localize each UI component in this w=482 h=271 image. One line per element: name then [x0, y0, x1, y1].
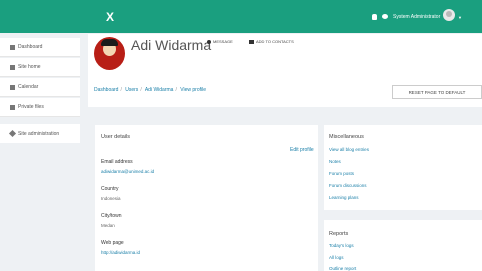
edit-profile-link[interactable]: Edit profile: [290, 147, 314, 153]
sidebar-item-calendar[interactable]: Calendar: [0, 78, 80, 97]
miscellaneous-title: Miscellaneous: [329, 134, 364, 140]
city-value: Medan: [101, 223, 115, 228]
email-value[interactable]: adiwidarma@unimed.ac.id: [101, 169, 154, 174]
sidebar-item-dashboard[interactable]: Dashboard: [0, 38, 80, 57]
add-to-contacts-label: ADD TO CONTACTS: [256, 39, 294, 44]
page-title: Adi Widarma: [131, 37, 212, 53]
breadcrumb-separator: /: [175, 87, 177, 93]
sidebar-item-label: Site administration: [18, 130, 60, 137]
sidebar-item-label: Calendar: [18, 84, 39, 90]
tachometer-icon: [10, 44, 15, 50]
file-icon: [10, 104, 15, 110]
all-logs-link[interactable]: All logs: [329, 255, 344, 260]
sidebar-item-private-files[interactable]: Private files: [0, 98, 80, 117]
email-label: Email address: [101, 159, 133, 165]
messages-chat-icon[interactable]: [382, 14, 388, 19]
message-button[interactable]: MESSAGE: [207, 39, 233, 44]
user-menu-name[interactable]: System Administrator: [393, 14, 440, 20]
sidebar-item-label: Site home: [18, 64, 41, 70]
user-avatar[interactable]: [443, 9, 455, 21]
outline-report-link[interactable]: Outline report: [329, 266, 356, 271]
city-label: City/town: [101, 213, 122, 219]
country-label: Country: [101, 186, 119, 192]
breadcrumb-user[interactable]: Adi Widarma: [145, 87, 174, 93]
user-details-title: User details: [101, 134, 131, 140]
sidebar-item-label: Private files: [18, 104, 44, 110]
forum-discussions-link[interactable]: Forum discussions: [329, 183, 367, 188]
user-menu-caret-icon[interactable]: ▼: [458, 15, 462, 20]
address-card-icon: [249, 39, 254, 44]
home-icon: [10, 64, 15, 70]
todays-logs-link[interactable]: Today's logs: [329, 243, 354, 248]
calendar-icon: [10, 84, 15, 90]
breadcrumb-users[interactable]: Users: [125, 87, 138, 93]
reports-title: Reports: [329, 231, 349, 237]
wrench-icon: [8, 129, 17, 138]
sidebar-item-site-administration[interactable]: Site administration: [0, 124, 80, 143]
add-to-contacts-button[interactable]: ADD TO CONTACTS: [249, 39, 294, 44]
comment-icon: [207, 39, 211, 44]
learning-plans-link[interactable]: Learning plans: [329, 195, 359, 200]
breadcrumb: Dashboard / Users / Adi Widarma / View prof…: [94, 87, 206, 93]
breadcrumb-view-profile[interactable]: View profile: [180, 87, 206, 93]
web-page-label: Web page: [101, 240, 124, 246]
notes-link[interactable]: Notes: [329, 159, 341, 164]
view-blog-entries-link[interactable]: View all blog entries: [329, 147, 369, 152]
country-value: Indonesia: [101, 196, 121, 201]
profile-picture: [94, 37, 125, 70]
breadcrumb-dashboard[interactable]: Dashboard: [94, 87, 118, 93]
forum-posts-link[interactable]: Forum posts: [329, 171, 354, 176]
web-page-value[interactable]: http://adiwidarma.id: [101, 250, 140, 255]
sidebar-item-site-home[interactable]: Site home: [0, 58, 80, 77]
reset-page-button[interactable]: RESET PAGE TO DEFAULT: [392, 85, 482, 99]
message-button-label: MESSAGE: [213, 39, 233, 44]
sidebar-item-label: Dashboard: [18, 44, 43, 50]
breadcrumb-separator: /: [120, 87, 122, 93]
breadcrumb-separator: /: [140, 87, 142, 93]
notifications-bell-icon[interactable]: [372, 14, 377, 20]
site-brand[interactable]: X: [106, 10, 114, 24]
